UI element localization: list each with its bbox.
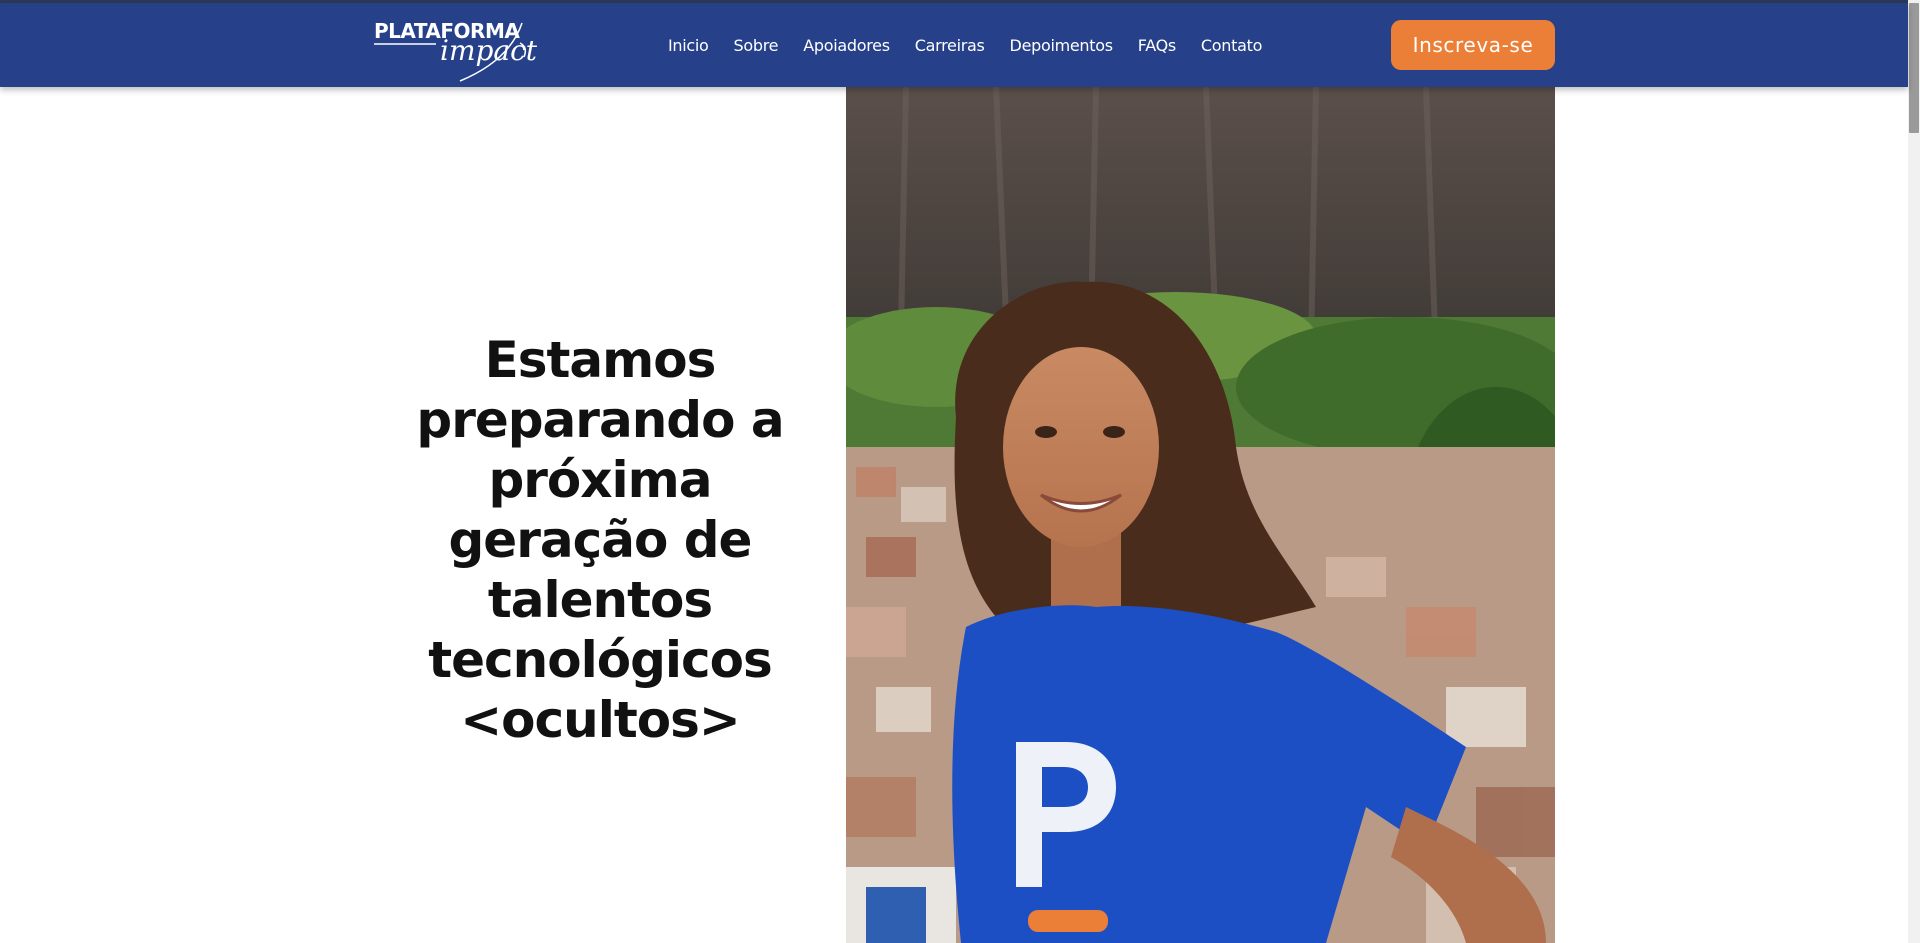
nav-sobre[interactable]: Sobre	[734, 34, 779, 58]
nav-contato[interactable]: Contato	[1201, 34, 1262, 58]
nav-depoimentos[interactable]: Depoimentos	[1010, 34, 1114, 58]
nav-inicio[interactable]: Inicio	[668, 34, 709, 58]
nav-apoiadores[interactable]: Apoiadores	[803, 34, 890, 58]
scrollbar[interactable]	[1908, 0, 1920, 943]
nav-faqs[interactable]: FAQs	[1138, 34, 1176, 58]
hero-photo-illustration	[846, 87, 1555, 943]
site-header: PLATAFORMA impact Inicio Sobre Apoiadore…	[0, 3, 1908, 87]
plataforma-impact-logo[interactable]: PLATAFORMA impact	[374, 17, 537, 83]
nav-carreiras[interactable]: Carreiras	[915, 34, 985, 58]
scrollbar-thumb[interactable]	[1909, 3, 1919, 133]
hero-headline: Estamos preparando a próxima geração de …	[416, 331, 784, 749]
inscreva-se-button[interactable]: Inscreva-se	[1391, 20, 1555, 70]
logo-swash-icon	[374, 22, 527, 82]
hero-photo	[846, 87, 1555, 943]
main-nav: Inicio Sobre Apoiadores Carreiras Depoim…	[668, 34, 1287, 58]
